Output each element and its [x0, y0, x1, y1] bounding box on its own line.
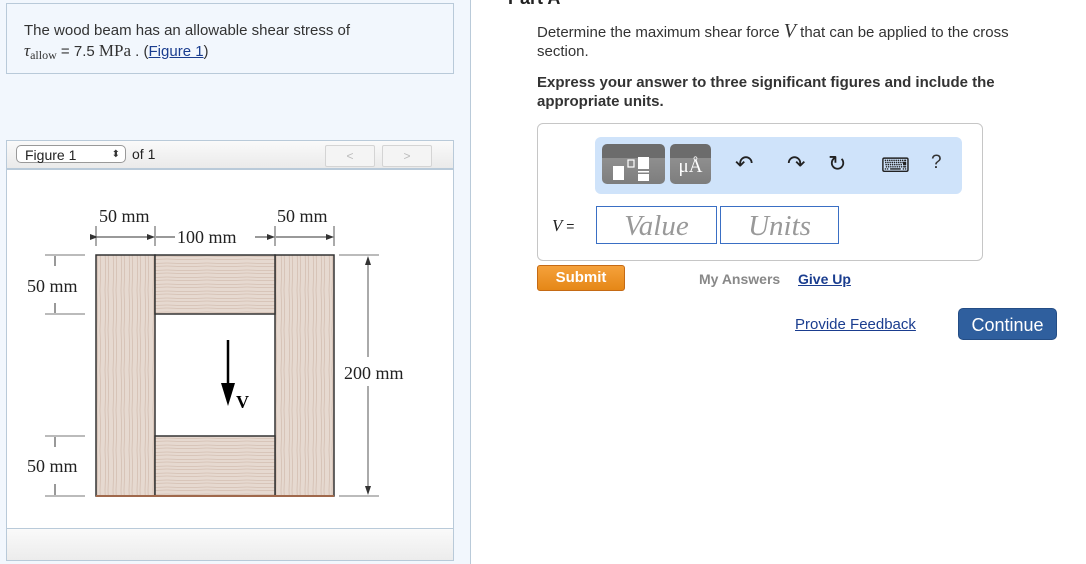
help-icon[interactable]: ? — [931, 152, 942, 174]
answer-equals: = — [562, 218, 575, 234]
figure-select[interactable]: Figure 1 ⬍ — [16, 145, 126, 163]
provide-feedback-link[interactable]: Provide Feedback — [795, 316, 916, 333]
problem-line1: The wood beam has an allowable shear str… — [24, 22, 351, 39]
select-arrows-icon: ⬍ — [111, 149, 120, 160]
question-before: Determine the maximum shear force — [537, 24, 784, 41]
next-figure-button[interactable]: > — [382, 145, 432, 167]
answer-box: μÅ ↶ ↷ ↻ ⌨ ? V = Value Units — [537, 123, 983, 261]
left-board — [95, 254, 156, 497]
dim-top-middle-label: 100 mm — [177, 227, 237, 247]
figure-select-value: Figure 1 — [25, 147, 77, 163]
figure-link[interactable]: Figure 1 — [149, 43, 204, 60]
dim-left-top-label: 50 mm — [27, 276, 78, 296]
top-board — [154, 254, 276, 315]
units-button[interactable]: μÅ — [670, 144, 711, 184]
answer-variable-label: V = — [552, 216, 574, 236]
problem-text: The wood beam has an allowable shear str… — [24, 21, 350, 65]
tau-subscript: allow — [30, 48, 57, 62]
dim-top-right-label: 50 mm — [277, 206, 328, 226]
figure-toolbar: Figure 1 ⬍ of 1 < > — [6, 140, 454, 169]
bottom-board — [154, 435, 276, 497]
stress-unit: MPa — [98, 41, 132, 60]
answer-variable: V — [552, 216, 563, 235]
period: . ( — [131, 43, 149, 60]
figure-area: 50 mm 100 mm 50 mm 50 mm 50 mm 200 mm V — [6, 169, 454, 529]
keyboard-icon[interactable]: ⌨ — [881, 153, 910, 178]
question-text: Determine the maximum shear force V that… — [537, 20, 1057, 61]
instruction-text: Express your answer to three significant… — [537, 74, 995, 110]
reset-icon[interactable]: ↻ — [828, 151, 846, 177]
part-title: Part A — [508, 0, 560, 9]
left-panel: The wood beam has an allowable shear str… — [0, 0, 471, 564]
right-board — [274, 254, 335, 497]
figure-footer — [6, 528, 454, 561]
figure-count: of 1 — [132, 146, 156, 162]
continue-button[interactable]: Continue — [958, 308, 1057, 340]
submit-button[interactable]: Submit — [537, 265, 625, 291]
equals-value: = 7.5 — [56, 43, 99, 60]
math-toolbar: μÅ ↶ ↷ ↻ ⌨ ? — [595, 137, 962, 194]
templates-button[interactable] — [602, 144, 665, 184]
templates-icon — [613, 157, 649, 181]
give-up-link[interactable]: Give Up — [798, 271, 851, 287]
dim-top-left-label: 50 mm — [99, 206, 150, 226]
question-variable: V — [783, 20, 796, 42]
prev-figure-button[interactable]: < — [325, 145, 375, 167]
dim-left-bottom-label: 50 mm — [27, 456, 78, 476]
undo-icon[interactable]: ↶ — [735, 151, 753, 177]
close-paren: ) — [203, 43, 209, 60]
units-input[interactable]: Units — [720, 206, 839, 244]
dim-right-label: 200 mm — [344, 363, 404, 383]
my-answers-link[interactable]: My Answers — [699, 271, 780, 287]
force-label: V — [236, 392, 249, 412]
redo-icon[interactable]: ↷ — [787, 151, 805, 177]
beam-cross-section-figure: 50 mm 100 mm 50 mm 50 mm 50 mm 200 mm V — [27, 206, 404, 497]
value-input[interactable]: Value — [596, 206, 717, 244]
problem-statement: The wood beam has an allowable shear str… — [6, 3, 454, 74]
